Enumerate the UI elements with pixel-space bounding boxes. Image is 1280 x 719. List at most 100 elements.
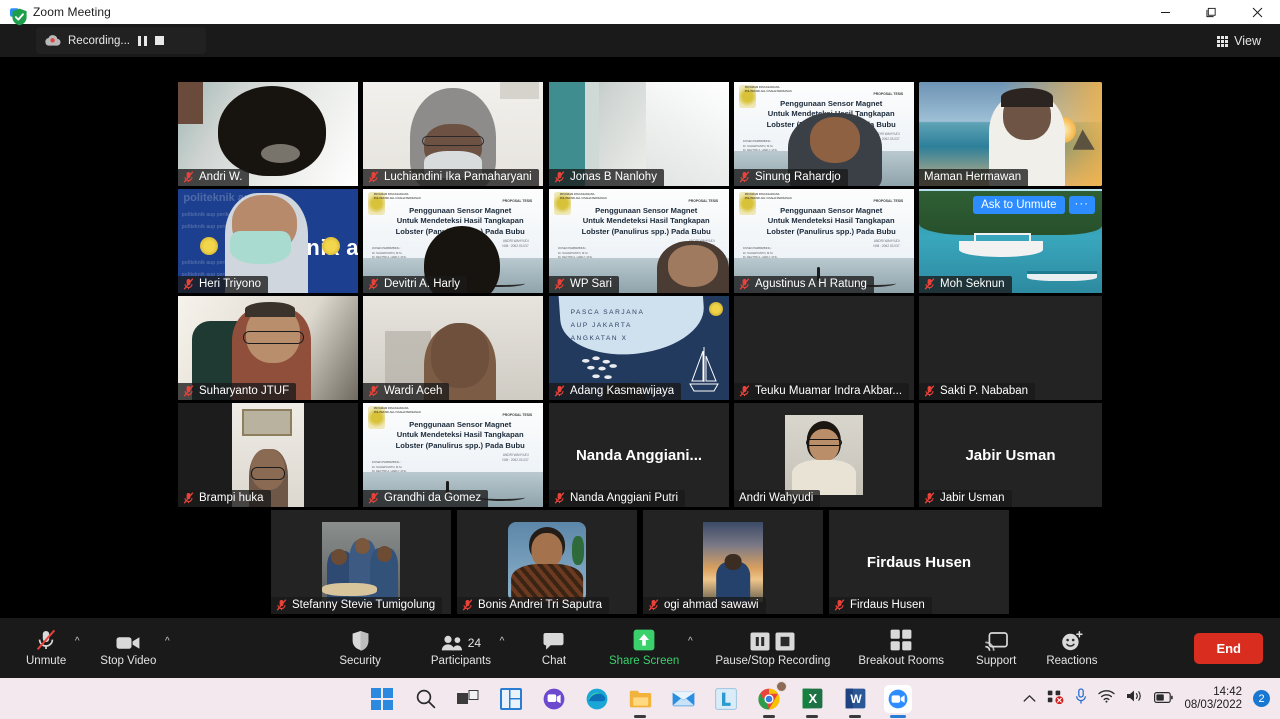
ask-to-unmute-button[interactable]: Ask to Unmute bbox=[973, 196, 1065, 214]
participant-tile[interactable]: Teuku Muamar Indra Akbar... bbox=[734, 296, 914, 400]
slide-title-line1: Penggunaan Sensor Magnet bbox=[780, 205, 883, 215]
security-button[interactable]: Security bbox=[335, 618, 385, 678]
participant-tile[interactable]: Andri W. bbox=[178, 82, 358, 186]
participants-options-chevron-up-icon[interactable]: ^ bbox=[495, 618, 509, 678]
participant-tile[interactable]: Nanda Anggiani... Nanda Anggiani Putri bbox=[549, 403, 729, 507]
participant-tile[interactable]: Luchiandini Ika Pamaharyani bbox=[363, 82, 543, 186]
network-error-icon[interactable] bbox=[1047, 689, 1064, 709]
chat-button[interactable]: Chat bbox=[531, 618, 577, 678]
video-options-chevron-up-icon[interactable]: ^ bbox=[160, 618, 174, 678]
file-explorer-icon[interactable] bbox=[626, 685, 654, 713]
participants-icon: 24 bbox=[441, 629, 481, 651]
participant-name-badge: Suharyanto JTUF bbox=[178, 383, 297, 400]
reactions-smiley-icon bbox=[1061, 629, 1083, 651]
participant-tile[interactable]: Ask to Unmute ··· Moh Seknun bbox=[919, 189, 1102, 293]
teams-chat-icon[interactable] bbox=[540, 685, 568, 713]
participant-tile[interactable]: Suharyanto JTUF bbox=[178, 296, 358, 400]
speaker-icon[interactable] bbox=[1126, 689, 1143, 708]
participant-name: Wardi Aceh bbox=[384, 385, 443, 397]
participant-tile[interactable]: ogi ahmad sawawi bbox=[643, 510, 823, 614]
shield-check-icon[interactable] bbox=[11, 8, 28, 26]
participant-name: WP Sari bbox=[570, 278, 612, 290]
participant-name: ogi ahmad sawawi bbox=[664, 599, 759, 611]
window-title: Zoom Meeting bbox=[33, 5, 111, 19]
reactions-button[interactable]: Reactions bbox=[1042, 618, 1101, 678]
minimize-button[interactable] bbox=[1142, 0, 1188, 24]
participants-button[interactable]: 24 Participants bbox=[427, 618, 495, 678]
participant-tile[interactable]: PROGRAM PASCASARJANA POLITEKNIK AHLI USAH… bbox=[363, 403, 543, 507]
microsoft-edge-icon[interactable] bbox=[583, 685, 611, 713]
participant-tile[interactable]: PASCA SARJANA AUP JAKARTA ANGKATAN X Ada bbox=[549, 296, 729, 400]
support-cast-icon bbox=[984, 629, 1009, 651]
start-windows-icon[interactable] bbox=[368, 685, 396, 713]
battery-icon[interactable] bbox=[1154, 690, 1174, 708]
pause-stop-recording-button[interactable]: Pause/Stop Recording bbox=[711, 618, 834, 678]
support-button[interactable]: Support bbox=[972, 618, 1020, 678]
meeting-controls-toolbar: Unmute ^ Stop Video ^ Security 24 Partic… bbox=[0, 618, 1280, 678]
video-camera-icon bbox=[116, 629, 140, 651]
more-options-icon[interactable]: ··· bbox=[1068, 196, 1095, 214]
notification-badge[interactable]: 2 bbox=[1253, 690, 1270, 707]
participant-name-badge: Grandhi da Gomez bbox=[363, 490, 489, 507]
microphone-icon[interactable] bbox=[1075, 687, 1087, 710]
participant-tile[interactable]: Bonis Andrei Tri Saputra bbox=[457, 510, 637, 614]
participant-name: Sinung Rahardjo bbox=[755, 171, 841, 183]
participant-name: Stefanny Stevie Tumigolung bbox=[292, 599, 436, 611]
search-icon[interactable] bbox=[411, 685, 439, 713]
breakout-rooms-icon bbox=[890, 629, 912, 651]
security-label: Security bbox=[339, 655, 381, 667]
participant-tile[interactable]: PROGRAM PASCASARJANA POLITEKNIK AHLI USAH… bbox=[734, 189, 914, 293]
chevron-up-icon[interactable] bbox=[1023, 690, 1036, 708]
participant-name: Firdaus Husen bbox=[850, 599, 925, 611]
pause-icon[interactable] bbox=[137, 35, 147, 46]
participant-tile[interactable]: politeknik aup politeknik aup perikanan … bbox=[178, 189, 358, 293]
ask-to-unmute-controls[interactable]: Ask to Unmute ··· bbox=[973, 196, 1095, 214]
end-meeting-button[interactable]: End bbox=[1194, 632, 1263, 664]
participant-tile[interactable]: Brampi huka bbox=[178, 403, 358, 507]
participant-name: Grandhi da Gomez bbox=[384, 492, 482, 504]
stop-icon[interactable] bbox=[154, 36, 164, 46]
taskbar-apps: X W bbox=[368, 680, 912, 713]
participant-tile[interactable]: Jonas B Nanlohy bbox=[549, 82, 729, 186]
microsoft-excel-icon[interactable]: X bbox=[798, 685, 826, 713]
unmute-button[interactable]: Unmute bbox=[22, 618, 70, 678]
participant-name: Devitri A. Harly bbox=[384, 278, 461, 290]
slide-title-line2: Untuk Mendeteksi Hasil Tangkapan bbox=[396, 216, 524, 226]
audio-options-chevron-up-icon[interactable]: ^ bbox=[70, 618, 84, 678]
zoom-icon[interactable] bbox=[884, 684, 912, 713]
participant-name-badge: ogi ahmad sawawi bbox=[643, 597, 766, 614]
close-button[interactable] bbox=[1234, 0, 1280, 24]
stop-video-label: Stop Video bbox=[100, 655, 157, 667]
taskbar-clock[interactable]: 14:42 08/03/2022 bbox=[1184, 686, 1242, 712]
google-chrome-icon[interactable] bbox=[755, 680, 787, 713]
microsoft-word-icon[interactable]: W bbox=[841, 685, 869, 713]
lightshot-icon[interactable] bbox=[712, 685, 740, 713]
participant-tile[interactable]: Andri Wahyudi bbox=[734, 403, 914, 507]
wifi-icon[interactable] bbox=[1098, 689, 1116, 708]
participant-tile[interactable]: PROGRAM PASCASARJANA POLITEKNIK AHLI USAH… bbox=[549, 189, 729, 293]
slide-advisor-head: DOSEN PEMBIMBING : bbox=[558, 247, 587, 251]
microphone-muted-icon bbox=[924, 385, 935, 397]
share-options-chevron-up-icon[interactable]: ^ bbox=[683, 618, 697, 678]
participant-tile[interactable]: Sakti P. Nababan bbox=[919, 296, 1102, 400]
participant-tile[interactable]: PROGRAM PASCASARJANA POLITEKNIK AHLI USAH… bbox=[734, 82, 914, 186]
share-screen-button[interactable]: Share Screen bbox=[605, 618, 683, 678]
participant-tile[interactable]: Stefanny Stevie Tumigolung bbox=[271, 510, 451, 614]
participant-tile[interactable]: Firdaus Husen Firdaus Husen bbox=[829, 510, 1009, 614]
task-view-icon[interactable] bbox=[454, 685, 482, 713]
widgets-icon[interactable] bbox=[497, 685, 525, 713]
maximize-button[interactable] bbox=[1188, 0, 1234, 24]
participant-name-badge: Adang Kasmawijaya bbox=[549, 383, 682, 400]
slide-advisor1: Dr. SUHARYANTO, M.Si. bbox=[372, 251, 403, 255]
stop-video-button[interactable]: Stop Video bbox=[96, 618, 160, 678]
participant-tile[interactable]: Wardi Aceh bbox=[363, 296, 543, 400]
slide-org-line1: PROGRAM PASCASARJANA bbox=[744, 86, 780, 90]
mail-icon[interactable] bbox=[669, 685, 697, 713]
participant-tile-active-speaker[interactable]: Maman Hermawan bbox=[919, 82, 1102, 186]
participant-name-badge: Luchiandini Ika Pamaharyani bbox=[363, 169, 539, 186]
participant-tile[interactable]: PROGRAM PASCASARJANA POLITEKNIK AHLI USAH… bbox=[363, 189, 543, 293]
slide-advisor-head: DOSEN PEMBIMBING : bbox=[372, 247, 401, 251]
participant-tile[interactable]: Jabir Usman Jabir Usman bbox=[919, 403, 1102, 507]
view-button[interactable]: View bbox=[1208, 30, 1270, 52]
breakout-rooms-button[interactable]: Breakout Rooms bbox=[854, 618, 948, 678]
